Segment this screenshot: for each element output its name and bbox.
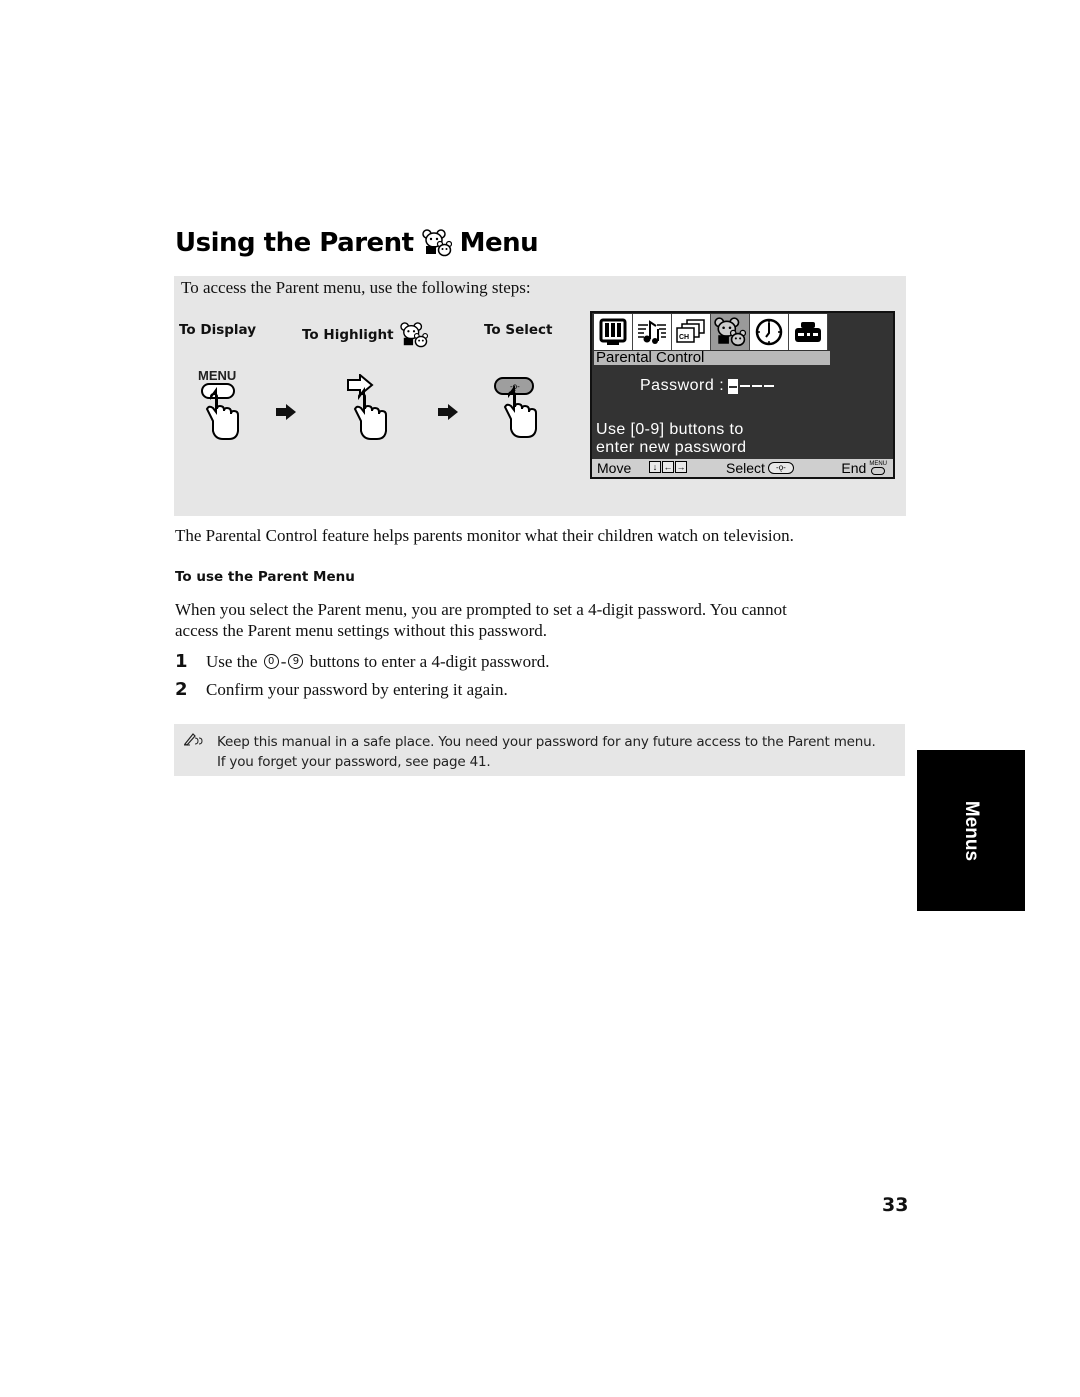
title-text-end: Menu (459, 228, 539, 258)
section-side-tab: Menus (917, 750, 1025, 911)
tv-tab-setup (789, 314, 828, 350)
arrow-left-key-icon: ← (662, 461, 674, 473)
step-text: Confirm your password by entering it aga… (206, 679, 508, 699)
pencil-note-icon (184, 733, 203, 746)
timer-icon (755, 318, 783, 346)
tv-tab-parent (711, 314, 750, 350)
note-box: Keep this manual in a safe place. You ne… (174, 724, 905, 776)
button-9-icon: 9 (288, 654, 304, 669)
step-number: 2 (175, 679, 188, 700)
step-item: 1 Use the 0 - 9 buttons to enter a 4-dig… (175, 651, 550, 672)
note-text: Keep this manual in a safe place. You ne… (217, 732, 876, 772)
parent-bears-icon (421, 229, 452, 257)
tv-tab-video (594, 314, 633, 350)
menu-button-icon: MENU (869, 461, 887, 475)
setup-icon (795, 322, 821, 342)
footer-end-label: End (841, 460, 867, 476)
channel-icon: CH (676, 319, 705, 343)
footer-select: Select -ǫ- (726, 460, 794, 476)
tv-footer-bar: Move ↓ ← → Select -ǫ- End MENU (592, 459, 893, 477)
title-text-start: Using the Parent (175, 228, 414, 258)
password-digit-placeholder (740, 385, 751, 387)
arrow-right-key-icon: → (675, 461, 687, 473)
body-paragraph-line-1: When you select the Parent menu, you are… (175, 600, 787, 619)
step-label-highlight-text: To Highlight (302, 327, 394, 343)
footer-end: End MENU (841, 460, 887, 476)
parent-bears-icon (399, 322, 428, 348)
tv-screen-parental-control: CH Parental Control Password: Use [0-9]… (590, 311, 895, 479)
arrow-down-key-icon: ↓ (649, 461, 661, 473)
step-text-pre: Use the (206, 651, 258, 671)
section-subheading: To use the Parent Menu (175, 569, 355, 585)
step-label-display: To Display (179, 322, 257, 338)
step-number: 1 (175, 651, 188, 672)
video-icon (599, 318, 627, 345)
arrow-right-icon (438, 404, 458, 420)
steps-intro: To access the Parent menu, use the follo… (181, 278, 531, 297)
parent-icon (714, 317, 746, 347)
page-title: Using the Parent Menu (175, 228, 539, 258)
select-button-icon: -ǫ- (767, 462, 794, 474)
svg-text:CH: CH (679, 334, 689, 341)
password-digit-placeholder (752, 385, 763, 387)
step-text-post: buttons to enter a 4-digit password. (309, 651, 550, 671)
menu-button-label: MENU (198, 368, 236, 383)
footer-select-label: Select (726, 460, 765, 476)
tv-help-line-1: Use [0-9] buttons to (596, 421, 744, 438)
tv-tab-audio (633, 314, 672, 350)
note-line-1: Keep this manual in a safe place. You ne… (217, 734, 876, 750)
button-0-icon: 0 (263, 654, 279, 669)
step-label-highlight: To Highlight (302, 322, 428, 348)
select-button-press-icon: -ǫ- (494, 377, 537, 438)
note-line-2: If you forget your password, see page 41… (217, 754, 491, 770)
side-tab-label: Menus (961, 800, 982, 861)
password-digit-placeholder (764, 385, 775, 387)
menu-button-press-icon: MENU (198, 368, 239, 440)
audio-icon (638, 320, 666, 344)
svg-text:-ǫ-: -ǫ- (510, 382, 520, 391)
step-dash: - (280, 651, 287, 671)
tv-help-line-2: enter new password (596, 439, 747, 456)
body-paragraph: When you select the Parent menu, you are… (175, 599, 787, 641)
body-paragraph-line-2: access the Parent menu settings without … (175, 621, 548, 640)
highlight-arrow-press-icon (347, 374, 387, 440)
arrow-right-icon (276, 404, 296, 420)
tv-help-text: Use [0-9] buttons to enter new password (596, 421, 746, 457)
move-keys: ↓ ← → (649, 461, 687, 473)
password-field[interactable]: Password : (640, 377, 775, 395)
password-label: Password : (640, 377, 725, 394)
step-label-select: To Select (484, 322, 553, 338)
steps-panel: To access the Parent menu, use the follo… (174, 276, 906, 516)
tv-menu-heading: Parental Control (594, 350, 830, 365)
intro-paragraph: The Parental Control feature helps paren… (175, 526, 794, 545)
page-number: 33 (882, 1194, 909, 1216)
password-cursor (728, 378, 739, 394)
tv-tab-timer (750, 314, 789, 350)
tv-tab-channel: CH (672, 314, 711, 350)
step-item: 2 Confirm your password by entering it a… (175, 679, 508, 700)
tv-menu-tabs: CH (594, 314, 828, 350)
footer-move-label: Move (597, 460, 632, 476)
